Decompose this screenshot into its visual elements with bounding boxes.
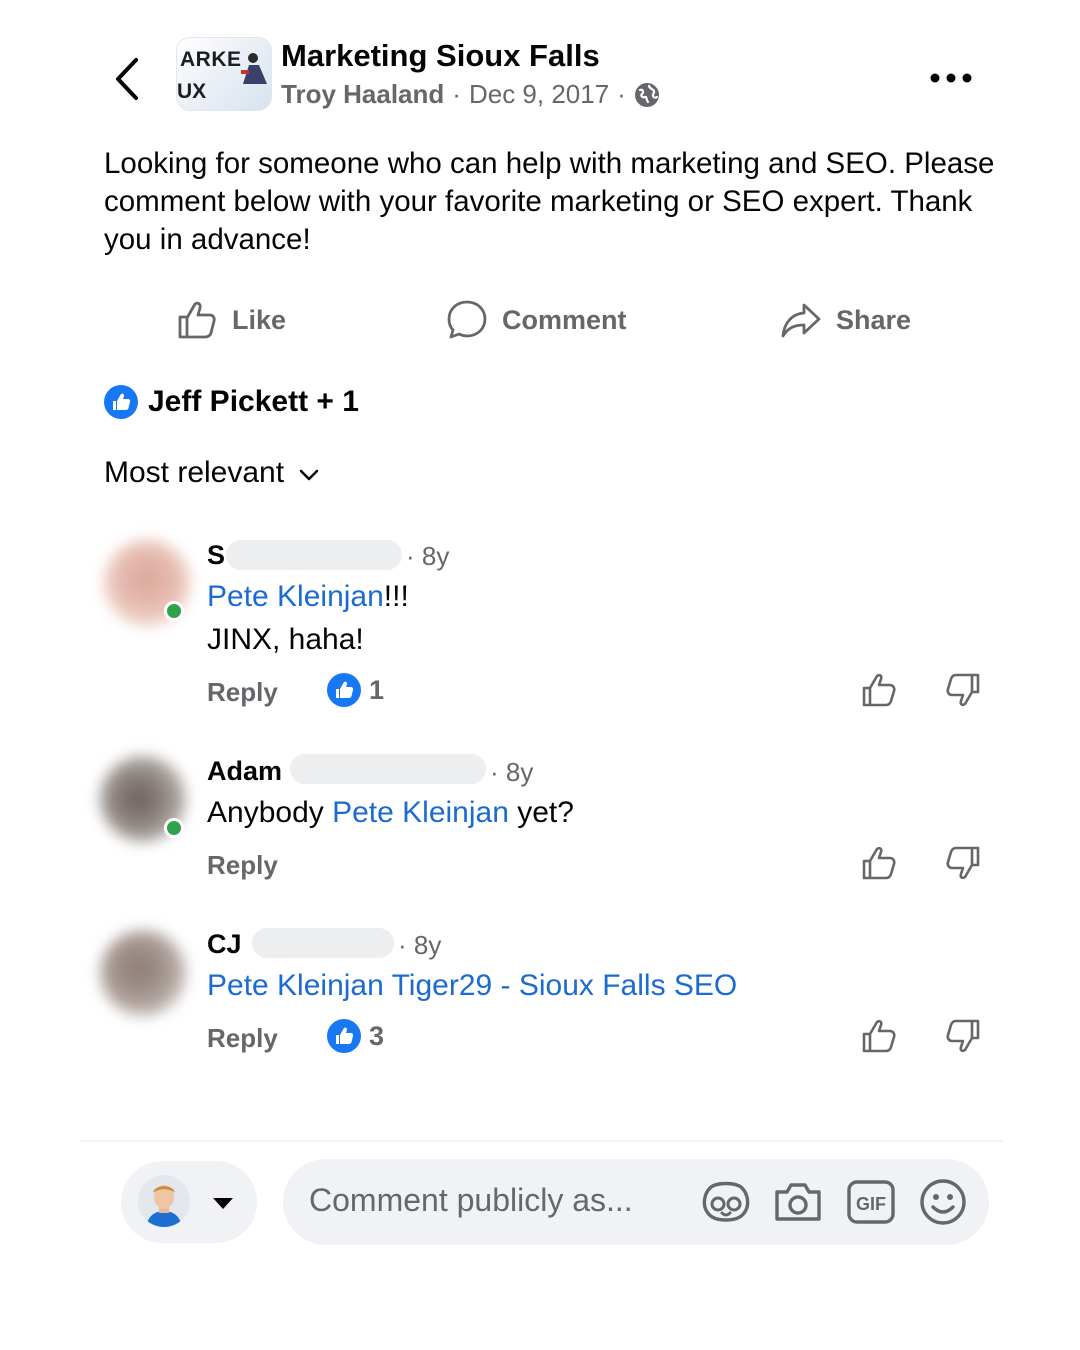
avatar-sticker-icon[interactable] (700, 1176, 752, 1228)
commenter-avatar[interactable] (100, 930, 186, 1016)
back-icon (116, 58, 138, 100)
downvote-icon[interactable] (944, 671, 982, 709)
comment-text-suffix: yet? (508, 796, 574, 829)
comment-button[interactable]: Comment (446, 296, 627, 344)
redacted-name (226, 540, 402, 570)
comment-text: Pete Kleinjan Tiger29 - Sioux Falls SEO (207, 969, 737, 1003)
self-avatar-illustration (138, 1175, 190, 1227)
reply-button[interactable]: Reply (207, 1023, 278, 1054)
comment-reactions[interactable]: 3 (327, 1019, 384, 1053)
commenter-name[interactable]: Adam (207, 756, 282, 787)
thumbs-up-badge-icon (327, 673, 361, 707)
comment-reactions[interactable]: 1 (327, 673, 384, 707)
post-text: Looking for someone who can help with ma… (104, 147, 995, 256)
more-icon (930, 73, 972, 83)
comment-text-line: JINX, haha! (207, 623, 364, 656)
like-button[interactable]: Like (176, 296, 286, 344)
share-label: Share (836, 304, 912, 335)
comment-text: Anybody Pete Kleinjan yet? (207, 796, 574, 830)
online-indicator (164, 601, 184, 621)
group-avatar-text-bottom: UX (177, 80, 207, 103)
more-options-button[interactable] (928, 68, 974, 88)
reply-button[interactable]: Reply (207, 677, 278, 708)
comment-text: Pete Kleinjan!!! (207, 580, 409, 614)
svg-text:GIF: GIF (856, 1194, 886, 1214)
group-name[interactable]: Marketing Sioux Falls (281, 38, 600, 74)
post-meta: Troy Haaland · Dec 9, 2017 · (281, 79, 660, 110)
group-avatar-figure-icon (241, 53, 267, 84)
thumbs-up-badge-icon (104, 385, 138, 419)
upvote-icon[interactable] (860, 1017, 898, 1055)
comment-input-placeholder: Comment publicly as... (309, 1182, 633, 1218)
share-icon (781, 303, 821, 338)
post-date[interactable]: Dec 9, 2017 (469, 79, 609, 110)
like-icon (178, 301, 216, 339)
share-button[interactable]: Share (780, 296, 911, 344)
comment-text-suffix: !!! (383, 580, 409, 613)
like-label: Like (232, 304, 287, 335)
group-avatar-text-top: ARKE (180, 48, 242, 71)
downvote-icon[interactable] (944, 1017, 982, 1055)
reactions-summary[interactable]: Jeff Pickett + 1 (104, 385, 359, 419)
commenter-name[interactable]: CJ (207, 929, 242, 960)
redacted-name (252, 928, 394, 958)
comment-time[interactable]: · 8y (406, 541, 449, 572)
downvote-icon[interactable] (944, 844, 982, 882)
back-button[interactable] (112, 56, 142, 102)
comment-label: Comment (502, 304, 627, 335)
author-name[interactable]: Troy Haaland (281, 79, 444, 110)
emoji-icon[interactable] (917, 1176, 969, 1228)
comment-icon (447, 300, 487, 339)
divider (80, 1140, 1002, 1142)
reaction-count: 3 (369, 1020, 385, 1051)
sort-label: Most relevant (104, 456, 285, 489)
globe-icon (634, 82, 659, 107)
redacted-name (290, 754, 486, 784)
online-indicator (164, 818, 184, 838)
comment-time[interactable]: · 8y (490, 757, 533, 788)
comment-text-prefix: Anybody (207, 796, 333, 829)
upvote-icon[interactable] (860, 844, 898, 882)
self-avatar[interactable] (138, 1175, 190, 1227)
sort-dropdown[interactable]: Most relevant (104, 456, 320, 490)
meta-separator: · (617, 79, 626, 109)
upvote-icon[interactable] (860, 671, 898, 709)
caret-down-icon[interactable] (212, 1196, 234, 1210)
reactions-label: Jeff Pickett + 1 (148, 385, 359, 418)
reaction-count: 1 (369, 674, 385, 705)
thumbs-up-badge-icon (327, 1019, 361, 1053)
gif-icon[interactable]: GIF (845, 1176, 897, 1228)
comment-time[interactable]: · 8y (398, 930, 441, 961)
group-avatar[interactable]: ARKE UX (176, 37, 272, 111)
camera-icon[interactable] (772, 1176, 824, 1228)
reply-button[interactable]: Reply (207, 850, 278, 881)
meta-separator: · (452, 79, 461, 109)
mention-link[interactable]: Pete Kleinjan (332, 796, 509, 829)
mention-link[interactable]: Pete Kleinjan Tiger29 - Sioux Falls SEO (207, 969, 737, 1002)
chevron-down-icon (299, 469, 319, 481)
commenter-name[interactable]: S (207, 540, 225, 571)
mention-link[interactable]: Pete Kleinjan (207, 580, 384, 613)
